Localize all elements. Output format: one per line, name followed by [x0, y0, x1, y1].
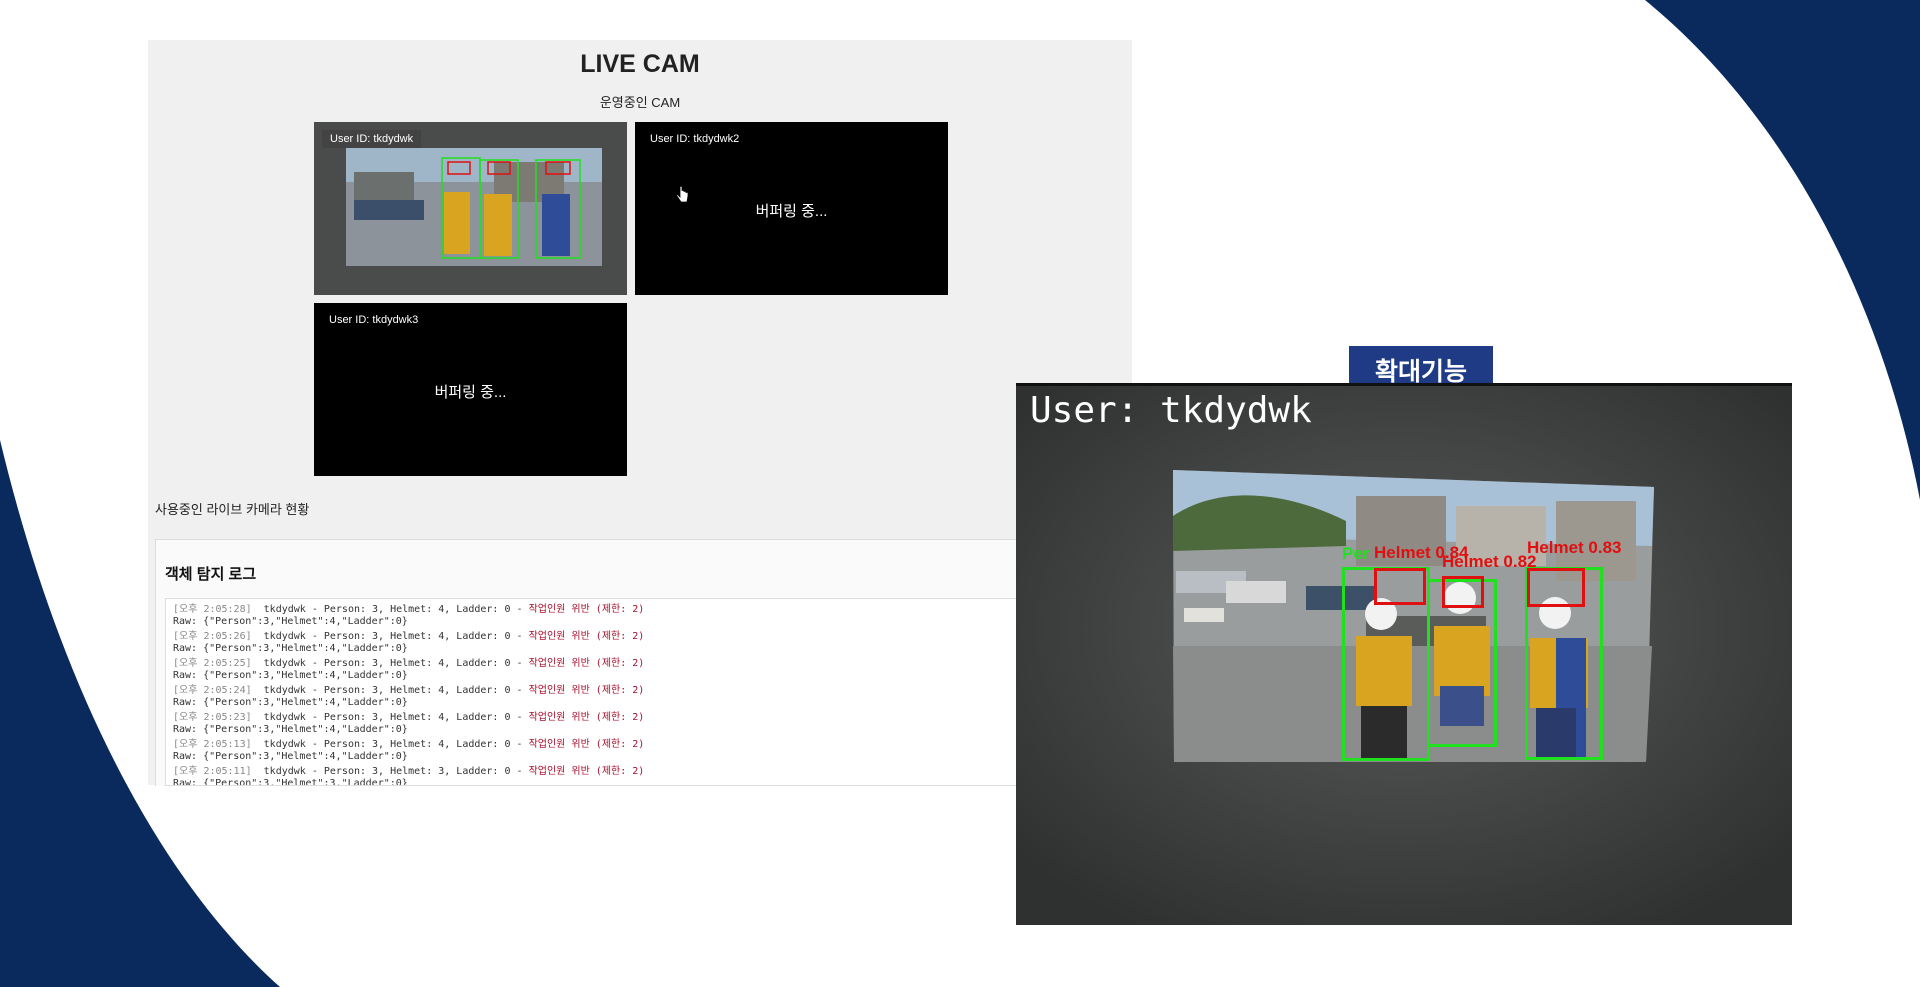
hand-cursor-icon	[676, 186, 689, 203]
log-entry: [오후 2:05:28] tkdydwk - Person: 3, Helmet…	[173, 604, 1132, 628]
log-entry: [오후 2:05:13] tkdydwk - Person: 3, Helmet…	[173, 739, 1132, 763]
log-timestamp: [오후 2:05:25]	[173, 658, 252, 669]
helmet-detection-box	[1527, 568, 1585, 607]
log-timestamp: [오후 2:05:11]	[173, 766, 252, 777]
zoom-user-overlay: User: tkdydwk	[1030, 390, 1312, 431]
log-raw: Raw: {"Person":3,"Helmet":4,"Ladder":0}	[173, 643, 408, 654]
log-entry: [오후 2:05:25] tkdydwk - Person: 3, Helmet…	[173, 658, 1132, 682]
detection-label: Helmet 0.82	[1442, 552, 1537, 571]
page-title: LIVE CAM	[580, 50, 700, 78]
camera-tile-3[interactable]: User ID: tkdydwk3 버퍼링 중...	[314, 303, 627, 476]
log-entry: [오후 2:05:11] tkdydwk - Person: 3, Helmet…	[173, 766, 1132, 786]
log-raw: Raw: {"Person":3,"Helmet":4,"Ladder":0}	[173, 751, 408, 762]
log-line: [오후 2:05:23] tkdydwk - Person: 3, Helmet…	[173, 712, 1132, 724]
log-message: tkdydwk - Person: 3, Helmet: 3, Ladder: …	[251, 766, 529, 777]
log-entry: [오후 2:05:23] tkdydwk - Person: 3, Helmet…	[173, 712, 1132, 736]
log-timestamp: [오후 2:05:23]	[173, 712, 252, 723]
buffering-status: 버퍼링 중...	[434, 384, 507, 401]
log-entry: [오후 2:05:24] tkdydwk - Person: 3, Helmet…	[173, 685, 1132, 709]
zoomed-camera-view: Per Helmet 0.84 Helmet 0.82 Helmet 0.83 …	[1016, 383, 1792, 925]
log-line: [오후 2:05:24] tkdydwk - Person: 3, Helmet…	[173, 685, 1132, 697]
log-raw: Raw: {"Person":3,"Helmet":4,"Ladder":0}	[173, 670, 408, 681]
camera-user-label: User ID: tkdydwk	[322, 130, 422, 148]
log-violation: 작업인원 위반 (제한: 2)	[528, 658, 645, 669]
camera-tile-1[interactable]: User ID: tkdydwk	[314, 122, 627, 295]
detection-label: Per	[1342, 544, 1370, 563]
live-cam-page: LIVE CAM 운영중인 CAM User ID: tkdydwk User …	[148, 40, 1133, 786]
camera-tile-2[interactable]: User ID: tkdydwk2 버퍼링 중...	[635, 122, 948, 295]
helmet-detection-box	[1374, 568, 1426, 605]
log-violation: 작업인원 위반 (제한: 2)	[528, 604, 645, 615]
log-line: [오후 2:05:28] tkdydwk - Person: 3, Helmet…	[173, 604, 1132, 616]
log-line: [오후 2:05:13] tkdydwk - Person: 3, Helmet…	[173, 739, 1132, 751]
log-violation: 작업인원 위반 (제한: 2)	[528, 739, 645, 750]
log-raw: Raw: {"Person":3,"Helmet":3,"Ladder":0}	[173, 778, 408, 786]
log-timestamp: [오후 2:05:26]	[173, 631, 252, 642]
log-message: tkdydwk - Person: 3, Helmet: 4, Ladder: …	[251, 604, 529, 615]
log-message: tkdydwk - Person: 3, Helmet: 4, Ladder: …	[251, 685, 529, 696]
log-violation: 작업인원 위반 (제한: 2)	[528, 712, 645, 723]
log-raw: Raw: {"Person":3,"Helmet":4,"Ladder":0}	[173, 616, 408, 627]
log-title: 객체 탐지 로그	[165, 566, 257, 583]
log-timestamp: [오후 2:05:13]	[173, 739, 252, 750]
log-message: tkdydwk - Person: 3, Helmet: 4, Ladder: …	[251, 658, 529, 669]
log-raw: Raw: {"Person":3,"Helmet":4,"Ladder":0}	[173, 697, 408, 708]
log-message: tkdydwk - Person: 3, Helmet: 4, Ladder: …	[251, 631, 529, 642]
log-line: [오후 2:05:25] tkdydwk - Person: 3, Helmet…	[173, 658, 1132, 670]
log-line: [오후 2:05:11] tkdydwk - Person: 3, Helmet…	[173, 766, 1132, 778]
log-entry: [오후 2:05:26] tkdydwk - Person: 3, Helmet…	[173, 631, 1132, 655]
camera-user-label: User ID: tkdydwk2	[650, 133, 740, 145]
log-timestamp: [오후 2:05:24]	[173, 685, 252, 696]
log-message: tkdydwk - Person: 3, Helmet: 4, Ladder: …	[251, 712, 529, 723]
log-line: [오후 2:05:26] tkdydwk - Person: 3, Helmet…	[173, 631, 1132, 643]
page-subtitle: 운영중인 CAM	[599, 95, 681, 110]
log-violation: 작업인원 위반 (제한: 2)	[528, 631, 645, 642]
log-violation: 작업인원 위반 (제한: 2)	[528, 766, 645, 777]
log-entries: [오후 2:05:28] tkdydwk - Person: 3, Helmet…	[166, 599, 1132, 786]
log-list[interactable]: [오후 2:05:28] tkdydwk - Person: 3, Helmet…	[165, 598, 1133, 786]
detection-label: Helmet 0.83	[1527, 538, 1622, 557]
log-violation: 작업인원 위반 (제한: 2)	[528, 685, 645, 696]
log-raw: Raw: {"Person":3,"Helmet":4,"Ladder":0}	[173, 724, 408, 735]
camera-user-label: User ID: tkdydwk3	[329, 314, 419, 326]
camera-section-caption: 사용중인 라이브 카메라 현황	[155, 502, 310, 517]
log-timestamp: [오후 2:05:28]	[173, 604, 252, 615]
log-message: tkdydwk - Person: 3, Helmet: 4, Ladder: …	[251, 739, 529, 750]
helmet-detection-box	[1442, 576, 1484, 608]
detection-log-panel: 객체 탐지 로그 [오후 2:05:28] tkdydwk - Person: …	[155, 539, 1133, 786]
